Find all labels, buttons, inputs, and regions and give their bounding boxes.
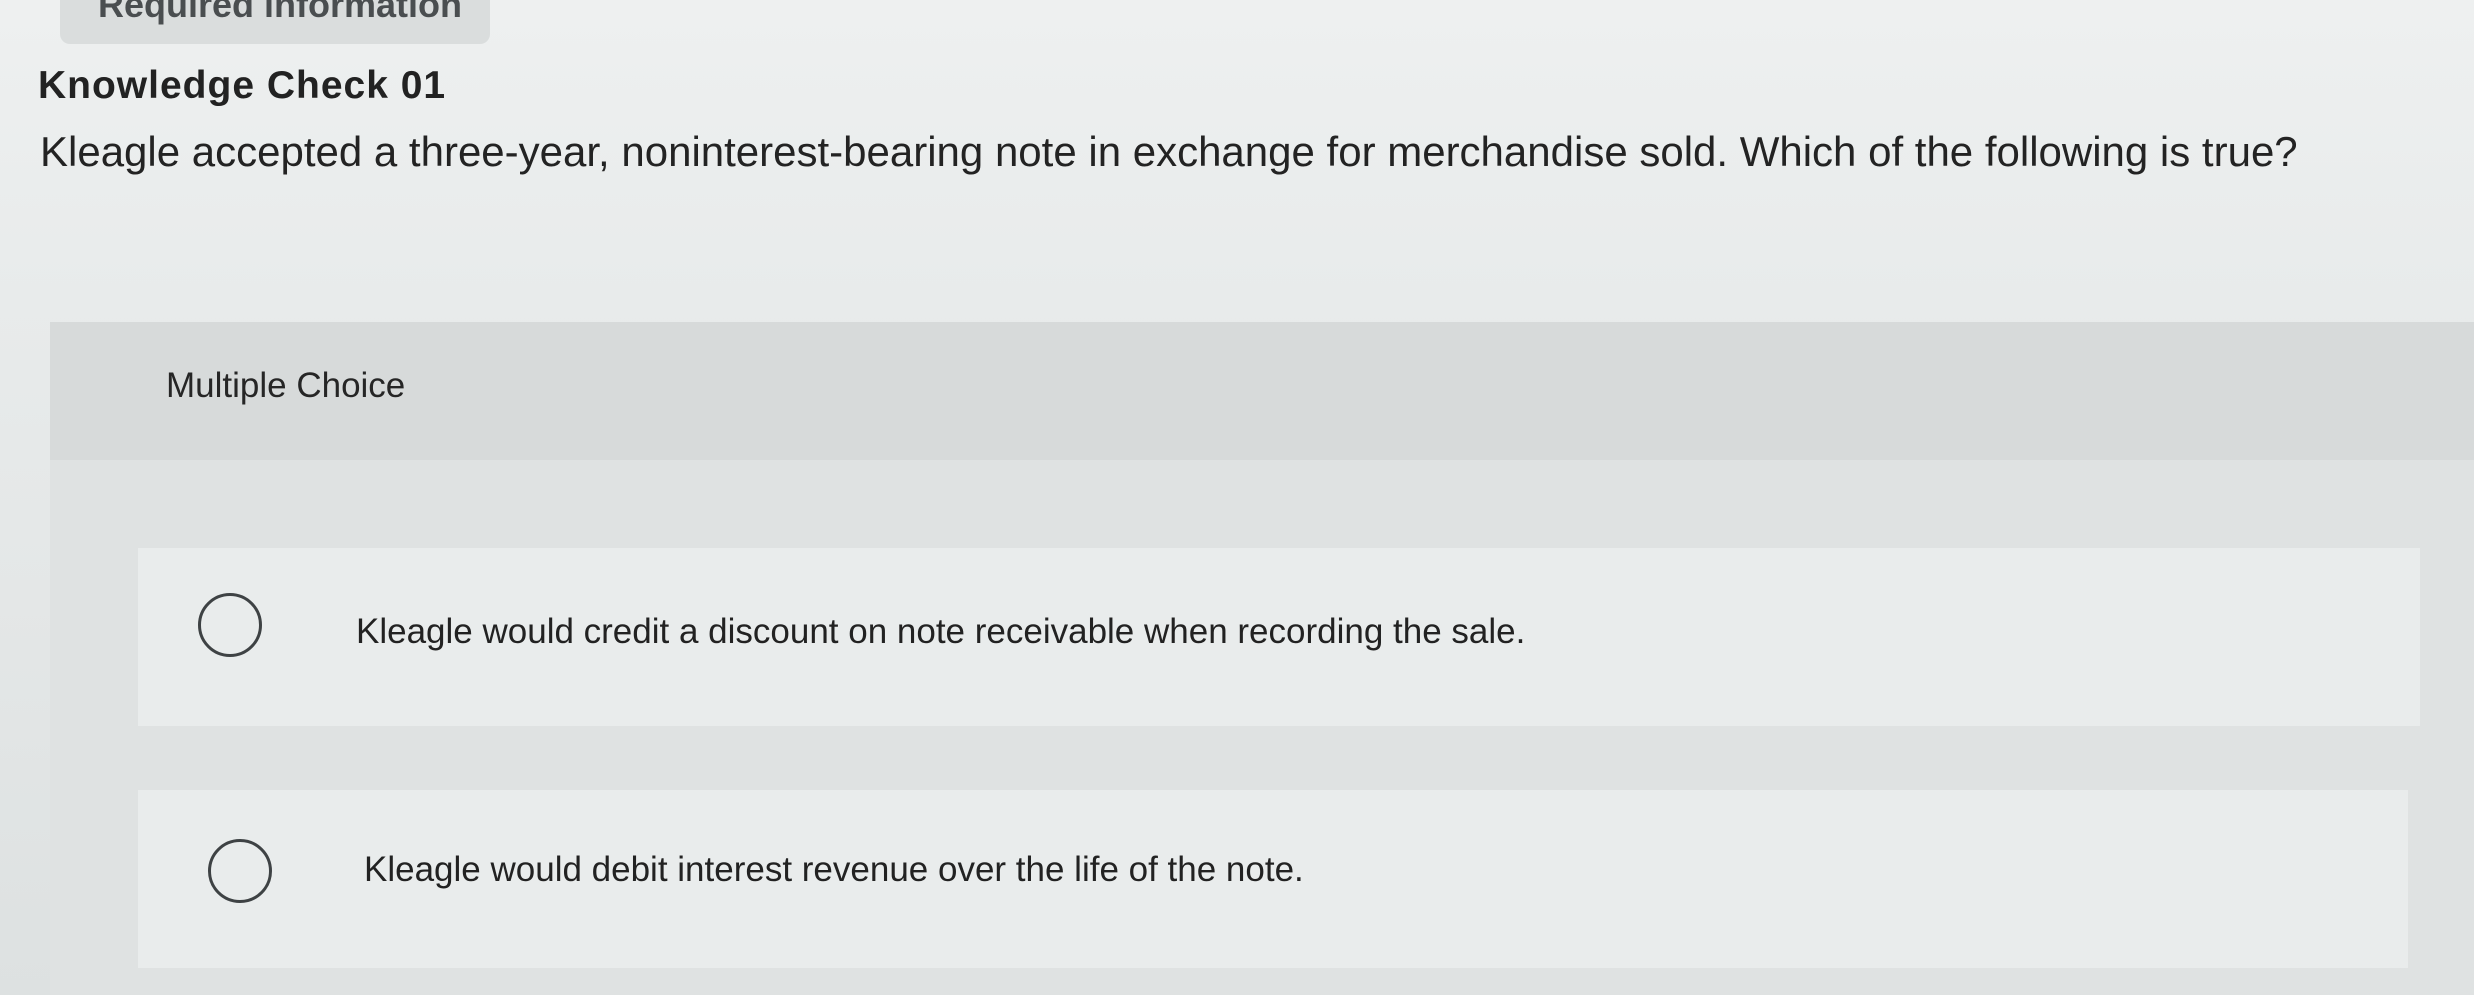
knowledge-check-title: Knowledge Check 01 xyxy=(38,64,447,107)
radio-button-unselected-icon[interactable] xyxy=(208,839,272,903)
answer-option-text: Kleagle would credit a discount on note … xyxy=(356,612,1526,651)
answer-option-2[interactable]: Kleagle would debit interest revenue ove… xyxy=(138,790,2408,968)
quiz-page: Required information Knowledge Check 01 … xyxy=(0,0,2474,995)
answer-option-1[interactable]: Kleagle would credit a discount on note … xyxy=(138,548,2420,726)
multiple-choice-label: Multiple Choice xyxy=(166,366,406,405)
multiple-choice-header xyxy=(50,322,2474,460)
answer-option-text: Kleagle would debit interest revenue ove… xyxy=(364,850,1304,889)
required-information-label[interactable]: Required information xyxy=(98,0,462,26)
question-prompt: Kleagle accepted a three-year, nonintere… xyxy=(40,128,2298,175)
radio-button-unselected-icon[interactable] xyxy=(198,593,262,657)
